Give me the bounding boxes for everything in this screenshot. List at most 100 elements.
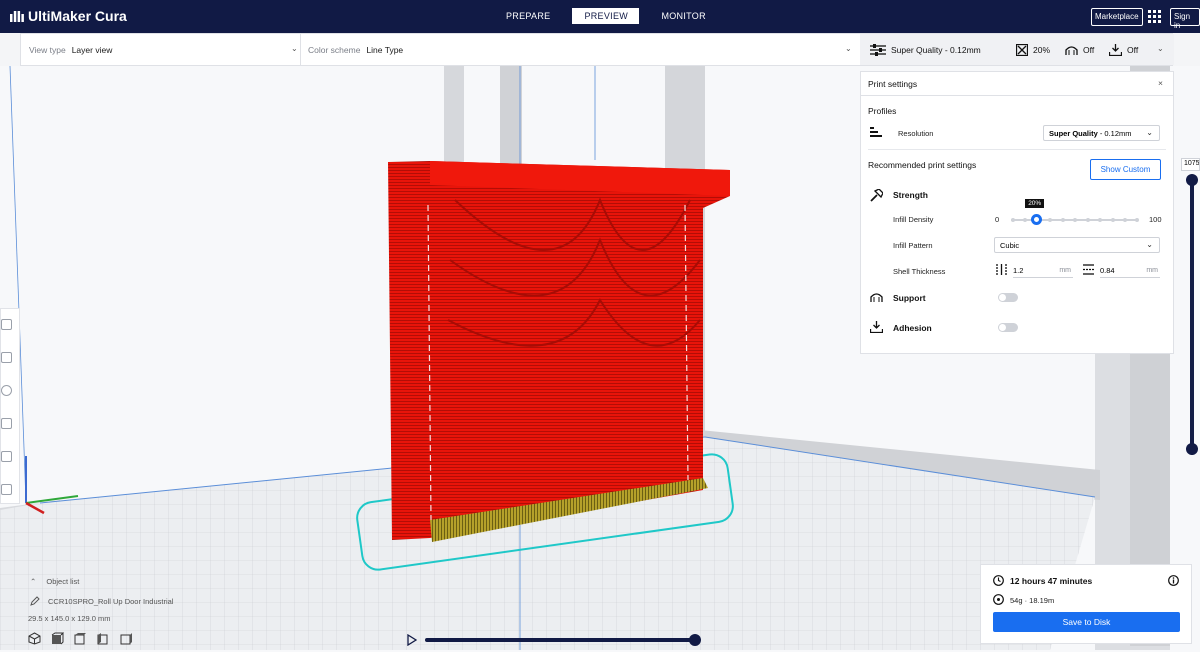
spool-icon [993, 594, 1004, 605]
infill-pattern-dropdown[interactable]: Cubic ⌄ [994, 237, 1160, 253]
view-front-icon[interactable] [51, 632, 64, 645]
resolution-value: - 0.12mm [1097, 129, 1132, 138]
layer-slider[interactable] [1190, 180, 1194, 455]
object-list-toggle[interactable]: Object list [46, 577, 79, 586]
chevron-down-icon: ⌄ [1146, 128, 1153, 137]
strength-icon [870, 189, 883, 202]
top-bottom-thickness-icon [1083, 264, 1094, 275]
app-name: UltiMaker Cura [28, 8, 127, 24]
strength-heading: Strength [893, 190, 928, 200]
show-custom-button[interactable]: Show Custom [1090, 159, 1161, 180]
support-heading: Support [893, 293, 926, 303]
adhesion-toggle[interactable] [998, 323, 1018, 332]
quality-label: Super Quality - 0.12mm [891, 45, 981, 55]
wall-thickness-icon [996, 264, 1007, 275]
move-tool-icon[interactable] [1, 319, 12, 330]
view-toolbar: View type Layer view ⌄ Color scheme Line… [20, 33, 1174, 66]
tab-monitor[interactable]: MONITOR [649, 8, 717, 24]
color-scheme-value: Line Type [366, 44, 404, 55]
chevron-up-icon[interactable]: ⌃ [30, 577, 36, 586]
rotate-tool-icon[interactable] [1, 385, 12, 396]
support-icon [1065, 46, 1078, 55]
view-right-icon[interactable] [120, 632, 133, 645]
wall-thickness-value: 1.2 [1013, 266, 1024, 275]
chevron-down-icon: ⌄ [1146, 240, 1153, 249]
support-toggle[interactable] [998, 293, 1018, 302]
adhesion-icon [1109, 44, 1122, 56]
panel-title: Print settings [868, 79, 918, 89]
profiles-heading: Profiles [868, 106, 897, 116]
scale-tool-icon[interactable] [1, 352, 12, 363]
infill-min-label: 0 [995, 215, 1000, 224]
color-scheme-select[interactable]: Color scheme Line Type ⌄ [308, 34, 858, 65]
infill-pattern-label: Infill Pattern [893, 241, 933, 250]
clock-icon [993, 575, 1004, 586]
left-toolbar [0, 308, 20, 504]
wall-unit: mm [1059, 267, 1071, 274]
shell-thickness-label: Shell Thickness [893, 267, 946, 276]
object-dimensions: 29.5 x 145.0 x 129.0 mm [28, 614, 111, 623]
view-type-label: View type [29, 44, 66, 55]
recommended-heading: Recommended print settings [868, 160, 977, 170]
app-logo: UltiMaker Cura [10, 8, 127, 24]
play-icon[interactable] [407, 634, 417, 646]
print-estimate-panel: 12 hours 47 minutes 54g · 18.19m Save to… [980, 564, 1192, 644]
support-summary: Off [1083, 45, 1095, 55]
wall-thickness-input[interactable]: 1.2 mm [1013, 264, 1073, 278]
resolution-value-bold: Super Quality [1049, 129, 1098, 138]
view-type-select[interactable]: View type Layer view ⌄ [29, 34, 299, 65]
pencil-icon[interactable] [30, 596, 40, 606]
per-model-settings-icon[interactable] [1, 451, 12, 462]
print-time: 12 hours 47 minutes [1010, 576, 1093, 586]
top-bottom-thickness-value: 0.84 [1100, 266, 1115, 275]
adhesion-summary: Off [1127, 45, 1139, 55]
close-icon[interactable]: × [1158, 78, 1163, 88]
color-scheme-label: Color scheme [308, 44, 361, 55]
marketplace-button[interactable]: Marketplace [1091, 8, 1143, 26]
infill-density-label: Infill Density [893, 215, 934, 224]
layer-path-slider[interactable] [425, 638, 696, 642]
adhesion-icon [870, 321, 883, 333]
resolution-label: Resolution [898, 129, 934, 138]
print-setup-selector[interactable]: Super Quality - 0.12mm 20% Off Off ⌄ [860, 34, 1174, 65]
info-icon[interactable] [1168, 575, 1179, 586]
material-estimate: 54g · 18.19m [1010, 596, 1055, 605]
view-top-icon[interactable] [74, 632, 87, 645]
save-to-disk-button[interactable]: Save to Disk [993, 612, 1180, 632]
infill-icon [1016, 44, 1028, 56]
stage-tabs: PREPARE PREVIEW MONITOR [494, 8, 718, 24]
sign-in-button[interactable]: Sign in [1170, 8, 1200, 30]
top-bottom-thickness-input[interactable]: 0.84 mm [1100, 264, 1160, 278]
mirror-tool-icon[interactable] [1, 418, 12, 429]
object-name: CCR10SPRO_Roll Up Door Industrial [48, 597, 174, 606]
layer-slider-bottom-handle[interactable] [1186, 443, 1198, 455]
infill-tooltip: 20% [1025, 199, 1045, 208]
chevron-down-icon: ⌄ [291, 44, 298, 53]
support-icon [870, 293, 883, 302]
print-settings-panel: Print settings × Profiles Resolution Sup… [860, 71, 1174, 354]
resolution-dropdown[interactable]: Super Quality - 0.12mm ⌄ [1043, 125, 1160, 141]
infill-summary: 20% [1033, 45, 1051, 55]
chevron-down-icon: ⌄ [845, 44, 852, 53]
model-roll-up-door [388, 161, 730, 542]
view-type-value: Layer view [71, 44, 113, 55]
tab-prepare[interactable]: PREPARE [494, 8, 562, 24]
ultimaker-logo-icon [10, 10, 24, 22]
top-bottom-unit: mm [1146, 267, 1158, 274]
apps-grid-icon[interactable] [1148, 10, 1161, 23]
view-left-icon[interactable] [97, 632, 110, 645]
layer-number-input[interactable]: 1075 [1181, 158, 1200, 171]
top-bar: UltiMaker Cura PREPARE PREVIEW MONITOR M… [0, 0, 1200, 33]
sliders-icon [870, 44, 886, 56]
path-slider-handle[interactable] [689, 634, 701, 646]
infill-max-label: 100 [1149, 215, 1162, 224]
tab-preview[interactable]: PREVIEW [572, 8, 640, 24]
support-blocker-icon[interactable] [1, 484, 12, 495]
resolution-icon [870, 127, 882, 137]
view-3d-icon[interactable] [28, 632, 41, 645]
adhesion-heading: Adhesion [893, 323, 932, 333]
layer-slider-top-handle[interactable] [1186, 174, 1198, 186]
infill-slider-handle[interactable] [1031, 214, 1043, 225]
infill-pattern-value: Cubic [1000, 241, 1020, 250]
chevron-down-icon[interactable]: ⌄ [1157, 44, 1164, 53]
